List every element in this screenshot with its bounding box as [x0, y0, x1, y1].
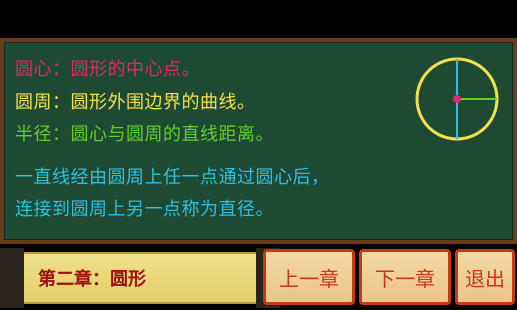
- definition-circumference: 圆周：圆形外围边界的曲线。: [15, 92, 256, 113]
- bottom-bar: 第二章：圆形 上一章 下一章 退出: [0, 244, 517, 310]
- chalkboard-frame: 圆心：圆形的中心点。 圆周：圆形外围边界的曲线。 半径：圆心与圆周的直线距离。 …: [0, 38, 517, 244]
- definition-diameter-line-1: 一直线经由圆周上任一点通过圆心后，: [15, 167, 330, 188]
- next-chapter-button[interactable]: 下一章: [359, 249, 451, 305]
- scroll-rod-left: [0, 248, 24, 308]
- definition-diameter-line-2: 连接到圆周上另一点称为直径。: [15, 199, 274, 220]
- chapter-scroll: 第二章：圆形: [24, 252, 256, 304]
- chapter-title: 第二章：圆形: [38, 269, 146, 290]
- prev-chapter-button[interactable]: 上一章: [263, 249, 355, 305]
- chalkboard: 圆心：圆形的中心点。 圆周：圆形外围边界的曲线。 半径：圆心与圆周的直线距离。 …: [4, 42, 513, 240]
- circle-diagram: [414, 56, 500, 142]
- center-point: [453, 95, 461, 103]
- exit-button[interactable]: 退出: [455, 249, 515, 305]
- definition-center: 圆心：圆形的中心点。: [15, 59, 200, 80]
- definition-radius: 半径：圆心与圆周的直线距离。: [15, 124, 274, 145]
